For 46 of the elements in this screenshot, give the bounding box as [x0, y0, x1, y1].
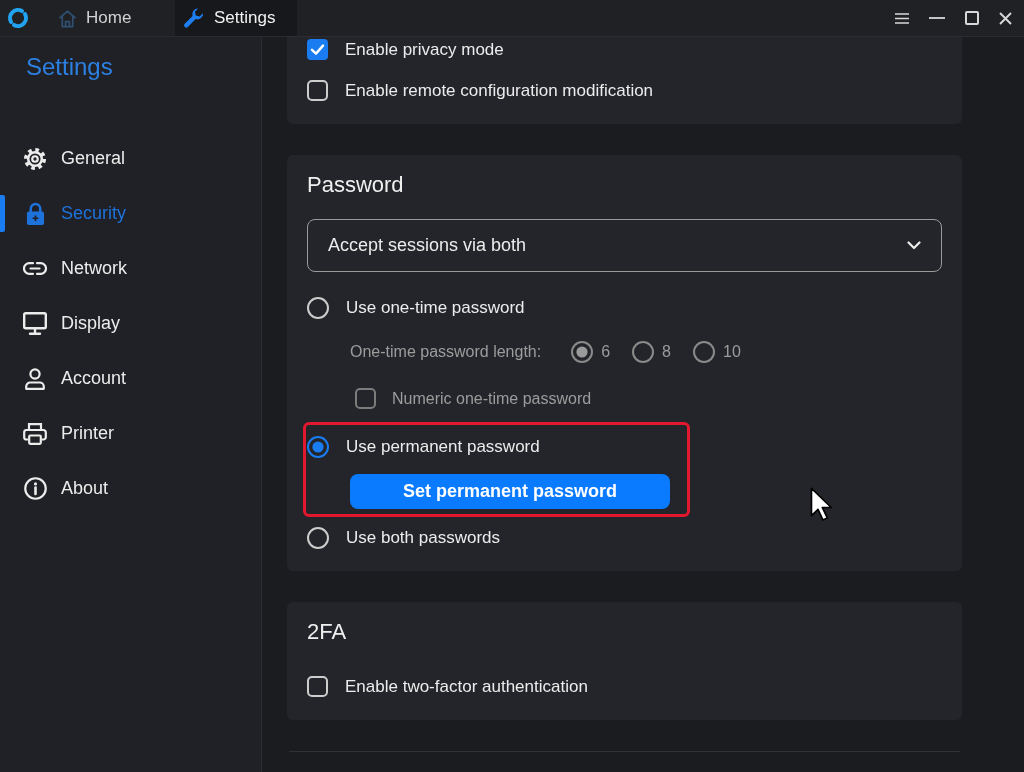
person-icon — [25, 367, 45, 390]
monitor-icon — [23, 312, 47, 335]
section-title: Password — [307, 171, 404, 199]
checkbox-label: Enable remote configuration modification — [345, 79, 654, 102]
checkbox-label: Enable two-factor authentication — [345, 675, 588, 698]
link-icon — [23, 262, 47, 275]
radio-button[interactable] — [307, 436, 329, 458]
active-indicator — [0, 195, 5, 232]
section-title: 2FA — [307, 618, 347, 646]
radio-label: Use both passwords — [346, 526, 501, 549]
info-icon — [23, 477, 47, 500]
field-label: One-time password length: — [350, 341, 542, 362]
mouse-pointer-icon — [810, 487, 832, 521]
sidebar-item[interactable]: Network — [0, 241, 261, 296]
dropdown-select[interactable]: Accept sessions via both — [307, 219, 942, 272]
chevron-down-icon — [907, 241, 921, 250]
radio-button[interactable] — [307, 296, 329, 319]
radio-label: Use one-time password — [346, 296, 525, 319]
padlock-icon — [25, 202, 45, 225]
menu-icon[interactable] — [895, 12, 909, 24]
radio-label: Use permanent password — [346, 436, 540, 459]
checkbox-label: Enable privacy mode — [345, 38, 504, 61]
sidebar-title: Settings — [26, 52, 113, 82]
checkbox-label: Numeric one-time password — [392, 388, 592, 409]
checkbox[interactable] — [307, 676, 328, 697]
tab[interactable]: Home — [50, 0, 172, 36]
tab[interactable]: Settings — [175, 0, 297, 36]
gear-icon — [24, 147, 46, 170]
set-password-button[interactable]: Set permanent password — [350, 474, 670, 509]
sidebar-item[interactable]: Printer — [0, 406, 261, 461]
radio-label: 8 — [662, 341, 671, 362]
sidebar-item[interactable]: About — [0, 461, 261, 516]
checkbox[interactable] — [307, 39, 328, 60]
logo-icon — [7, 7, 29, 29]
close-icon[interactable] — [999, 11, 1012, 25]
house-icon — [58, 8, 77, 28]
sidebar-item[interactable]: Account — [0, 351, 261, 406]
radio-label: 6 — [601, 341, 611, 362]
sidebar-item[interactable]: General — [0, 131, 261, 186]
wrench-icon — [183, 7, 205, 29]
radio-button[interactable] — [307, 526, 329, 549]
sidebar-item[interactable]: Display — [0, 296, 261, 351]
maximize-icon[interactable] — [965, 11, 979, 25]
printer-icon — [23, 422, 47, 445]
radio-label: 10 — [723, 341, 741, 362]
checkbox[interactable] — [307, 80, 328, 101]
